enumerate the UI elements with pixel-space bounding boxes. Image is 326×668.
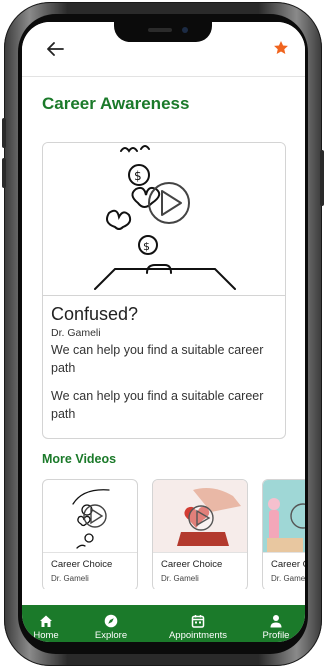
video-card[interactable]: Career Choice Dr. Gameli (42, 479, 138, 589)
more-videos-heading: More Videos (42, 452, 117, 466)
svg-text:$: $ (134, 169, 142, 183)
calendar-icon (191, 615, 205, 628)
front-camera (182, 27, 188, 33)
page-title: Career Awareness (42, 94, 190, 113)
star-icon[interactable] (273, 40, 289, 56)
nav-explore-label: Explore (94, 630, 128, 641)
person-icon (270, 615, 282, 628)
app-screen: Career Awareness $ $ Confused? Dr. Gamel… (22, 22, 305, 642)
nav-profile[interactable]: Profile (254, 605, 298, 642)
video-author: Dr. Gameli (271, 574, 305, 583)
nav-appointments-label: Appointments (168, 630, 228, 641)
compass-icon (104, 614, 118, 628)
video-author: Dr. Gameli (51, 327, 101, 339)
featured-video-card[interactable]: $ $ Confused? Dr. Gameli We can help you… (42, 142, 286, 439)
video-thumbnail (153, 480, 247, 553)
home-icon (40, 615, 52, 627)
video-card[interactable]: Career Choice Dr. Gameli (152, 479, 248, 589)
nav-explore[interactable]: Explore (86, 605, 136, 642)
play-icon (148, 182, 190, 224)
video-title: Career Choice (271, 559, 305, 570)
video-description: We can help you find a suitable career p… (51, 343, 264, 375)
nav-profile-label: Profile (262, 630, 290, 641)
video-title: Career Choice (161, 559, 223, 570)
speaker (148, 28, 172, 32)
arrow-left-icon[interactable] (46, 42, 64, 56)
video-thumbnail (263, 480, 305, 553)
featured-video-thumbnail[interactable]: $ $ (43, 143, 285, 296)
video-title: Career Choice (51, 559, 113, 570)
nav-home[interactable]: Home (26, 605, 66, 642)
video-thumbnail (43, 489, 137, 553)
notch (114, 22, 212, 42)
more-videos-list[interactable]: Career Choice Dr. Gameli Career Choice D… (42, 479, 305, 589)
video-author: Dr. Gameli (51, 574, 89, 583)
nav-home-label: Home (33, 630, 59, 641)
nav-appointments[interactable]: Appointments (158, 605, 238, 642)
volume-up-button (2, 118, 6, 148)
video-title: Confused? (51, 304, 139, 324)
video-author: Dr. Gameli (161, 574, 199, 583)
power-button (320, 150, 324, 206)
video-card[interactable]: Career Choice Dr. Gameli (262, 479, 305, 589)
bottom-navigation: Home Explore Appointments Profile (22, 605, 305, 642)
svg-text:$: $ (143, 240, 150, 253)
play-icon (188, 505, 214, 531)
volume-down-button (2, 158, 6, 188)
video-description-repeat: We can help you find a suitable career p… (51, 389, 264, 421)
